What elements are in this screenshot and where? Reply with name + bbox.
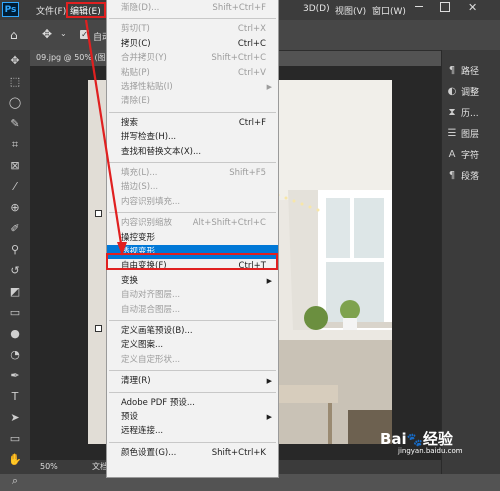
annotation-arrow	[84, 19, 127, 256]
watermark-text-2: 经验	[422, 430, 453, 448]
watermark-text: Bai	[380, 430, 407, 448]
watermark: Bai🐾经验 jingyan.baidu.com	[380, 430, 463, 455]
watermark-sub: jingyan.baidu.com	[398, 447, 463, 455]
